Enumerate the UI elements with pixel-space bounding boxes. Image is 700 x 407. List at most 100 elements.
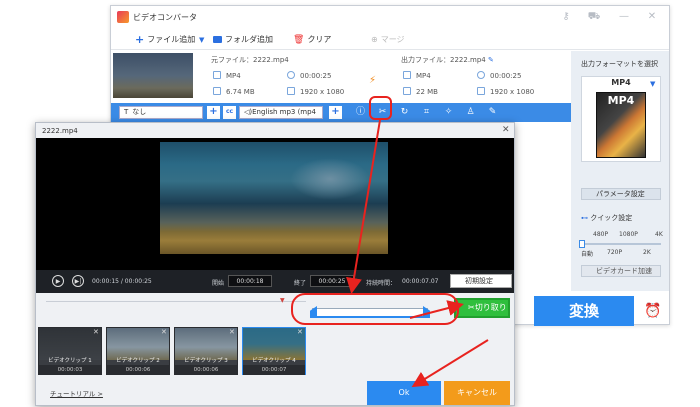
reset-button[interactable]: 初期設定 — [450, 274, 512, 288]
video-preview[interactable] — [160, 142, 388, 254]
clear-label: クリア — [307, 35, 332, 44]
clip-duration: 00:00:06 — [107, 365, 169, 375]
video-player: ▶ ▶| 00:00:15 / 00:00:25 開始 00:00:18 終了 … — [36, 138, 514, 293]
format-icon — [213, 71, 221, 79]
clear-button[interactable]: 🗑 クリア — [293, 33, 331, 46]
close-icon[interactable]: ✕ — [645, 10, 659, 24]
duration-value: 00:00:07.07 — [402, 278, 439, 285]
video-clip-3[interactable]: ✕ ビデオクリップ 3 00:00:06 — [174, 327, 238, 375]
tutorial-link[interactable]: チュートリアル > — [50, 388, 103, 398]
parameter-settings-button[interactable]: パラメータ設定 — [581, 188, 661, 200]
tick-2k: 2K — [643, 249, 651, 256]
annotation-oval-trim — [291, 293, 459, 325]
clip-delete-icon[interactable]: ✕ — [93, 328, 99, 336]
timeline-track[interactable] — [46, 301, 306, 302]
player-controls: ▶ ▶| 00:00:15 / 00:00:25 開始 00:00:18 終了 … — [36, 270, 514, 293]
edit-pencil-icon[interactable]: ✎ — [488, 56, 494, 64]
cart-icon[interactable]: ⛟ — [587, 10, 601, 24]
add-file-label: ファイル追加 — [147, 35, 196, 44]
source-filename: 元ファイル：2222.mp4 — [211, 56, 289, 64]
source-duration: 00:00:25 — [287, 71, 331, 80]
info-icon[interactable]: ⓘ — [355, 107, 366, 118]
rotate-icon[interactable]: ↻ — [399, 107, 410, 118]
video-clip-4[interactable]: ✕ ビデオクリップ 4 00:00:07 — [242, 327, 306, 375]
start-label: 開始 — [212, 280, 225, 287]
audio-select[interactable]: ◁)English mp3 (mp4 — [239, 106, 323, 119]
start-time-input[interactable]: 00:00:18 — [228, 275, 272, 287]
quality-slider-track[interactable] — [581, 243, 661, 245]
convert-button[interactable]: 変換 — [534, 296, 634, 326]
ok-button[interactable]: Ok — [367, 381, 441, 405]
clip-delete-icon[interactable]: ✕ — [161, 328, 167, 336]
quality-slider-handle[interactable] — [579, 240, 585, 248]
add-file-dropdown-icon[interactable]: ▼ — [199, 36, 204, 44]
output-duration: 00:00:25 — [477, 71, 521, 80]
output-format-selector[interactable]: MP4 ▼ MP4 — [581, 76, 661, 162]
output-format-label: 出力フォーマットを選択 — [581, 60, 658, 68]
merge-button[interactable]: ⊕ マージ — [371, 33, 405, 46]
output-duration-value: 00:00:25 — [490, 72, 522, 80]
trash-icon: 🗑 — [293, 34, 305, 45]
folder-icon — [213, 36, 222, 43]
cut-button[interactable]: ✂切り取り — [454, 298, 510, 318]
add-subtitle-button[interactable]: + — [207, 106, 220, 119]
watermark-icon[interactable]: ♙ — [465, 107, 476, 118]
file-size-icon — [403, 87, 411, 95]
annotation-circle-scissors — [369, 96, 392, 120]
output-filename[interactable]: 出力ファイル：2222.mp4 ✎ — [401, 55, 494, 65]
playhead-marker[interactable]: ▼ — [280, 297, 285, 304]
source-size-value: 6.74 MB — [226, 88, 255, 96]
title-bar: ビデオコンバータ ⚷ ⛟ — ✕ — [111, 6, 669, 28]
add-file-button[interactable]: + ファイル追加 — [135, 33, 195, 46]
storm-cloud-image — [290, 158, 370, 200]
clip-duration: 00:00:06 — [175, 365, 237, 375]
tick-4k: 4K — [655, 231, 663, 238]
slider-icon: ⊷ — [581, 214, 588, 222]
quick-settings-label: ⊷ クイック設定 — [581, 213, 632, 223]
dialog-close-icon[interactable]: ✕ — [502, 125, 510, 135]
crop-icon[interactable]: ⌗ — [421, 107, 432, 118]
add-folder-button[interactable]: フォルダ追加 — [213, 33, 273, 46]
video-clip-2[interactable]: ✕ ビデオクリップ 2 00:00:06 — [106, 327, 170, 375]
tick-1080p: 1080P — [619, 231, 638, 238]
subtitle-select-value: なし — [132, 108, 147, 116]
subtitle-edit-icon[interactable]: ✎ — [487, 107, 498, 118]
cc-icon[interactable]: cc — [223, 106, 236, 119]
gpu-acceleration-toggle[interactable]: ビデオカード加速 — [581, 265, 661, 277]
clip-label: ビデオクリップ 4 — [252, 358, 296, 364]
effects-icon[interactable]: ✧ — [443, 107, 454, 118]
format-dropdown-icon[interactable]: ▼ — [650, 80, 655, 88]
output-resolution-value: 1920 x 1080 — [490, 88, 535, 96]
subtitle-select[interactable]: T なし — [119, 106, 203, 119]
window-title: ビデオコンバータ — [133, 13, 197, 22]
key-icon[interactable]: ⚷ — [559, 10, 573, 24]
format-icon — [403, 71, 411, 79]
video-clip-1[interactable]: ✕ ビデオクリップ 1 00:00:03 — [38, 327, 102, 375]
plus-icon: + — [135, 33, 145, 46]
source-duration-value: 00:00:25 — [300, 72, 332, 80]
clock-icon — [287, 71, 295, 79]
lightning-icon: ⚡ — [369, 75, 377, 86]
cancel-button[interactable]: キャンセル — [444, 381, 510, 405]
add-audio-button[interactable]: + — [329, 106, 342, 119]
file-size-icon — [213, 87, 221, 95]
output-format-value: MP4 — [416, 72, 431, 80]
clip-delete-icon[interactable]: ✕ — [229, 328, 235, 336]
output-size: 22 MB — [403, 87, 438, 96]
scissors-icon: ✂ — [468, 303, 475, 312]
minimize-icon[interactable]: — — [617, 10, 631, 24]
merge-label: マージ — [380, 35, 405, 44]
resolution-icon — [287, 87, 295, 95]
next-frame-icon[interactable]: ▶| — [72, 275, 84, 287]
toolbar: + ファイル追加 ▼ フォルダ追加 🗑 クリア ⊕ マージ — [111, 28, 669, 50]
clip-duration: 00:00:03 — [39, 365, 101, 375]
end-time-input[interactable]: 00:00:25 — [310, 275, 354, 287]
time-display: 00:00:15 / 00:00:25 — [92, 278, 152, 285]
quick-settings-text: クイック設定 — [590, 214, 633, 222]
clip-delete-icon[interactable]: ✕ — [297, 328, 303, 336]
alarm-clock-icon[interactable]: ⏰ — [637, 296, 669, 326]
audio-select-value: English mp3 (mp4 — [252, 108, 317, 116]
file-row[interactable]: 元ファイル：2222.mp4 MP4 00:00:25 6.74 MB 1920… — [111, 51, 571, 103]
resolution-icon — [477, 87, 485, 95]
play-icon[interactable]: ▶ — [52, 275, 64, 287]
